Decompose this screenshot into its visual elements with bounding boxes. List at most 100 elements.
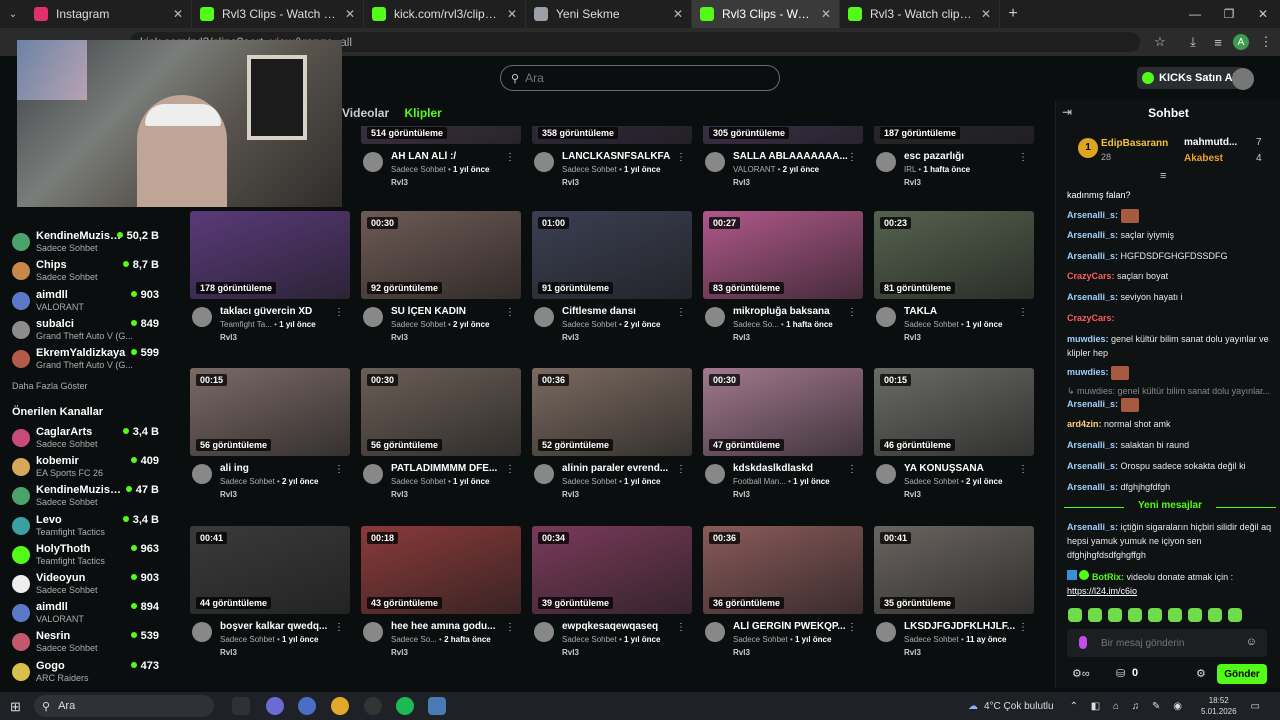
channel-avatar[interactable]: [876, 152, 896, 172]
close-tab-icon[interactable]: ✕: [821, 7, 831, 21]
more-options-icon[interactable]: ⋮: [505, 464, 515, 475]
clip-card[interactable]: 00:23 81 görüntüleme TAKLA Sadece Sohbet…: [872, 211, 1034, 361]
clip-thumbnail[interactable]: 00:36 52 görüntüleme: [532, 368, 692, 456]
clip-card[interactable]: 305 görüntüleme SALLA ABLAAAAAAA... VALO…: [701, 126, 863, 206]
more-options-icon[interactable]: ⋮: [847, 622, 857, 633]
sidebar-channel[interactable]: HolyThoth Teamfight Tactics 963: [10, 543, 165, 571]
browser-tab[interactable]: Rvl3 - Watch clips on Kick ✕: [840, 0, 1000, 28]
tab-videos[interactable]: Videolar: [342, 106, 389, 120]
download-icon[interactable]: ⤓: [1183, 32, 1203, 52]
channel-avatar[interactable]: [705, 622, 725, 642]
send-button[interactable]: Gönder: [1217, 664, 1267, 684]
clip-channel[interactable]: Rvl3: [562, 648, 579, 657]
user-avatar[interactable]: [1232, 68, 1254, 90]
clip-card[interactable]: 187 görüntüleme esc pazarlığı IRL • 1 ha…: [872, 126, 1034, 206]
sidebar-channel[interactable]: Levo Teamfight Tactics 3,4 B: [10, 514, 165, 542]
clip-thumbnail[interactable]: 00:15 46 görüntüleme: [874, 368, 1034, 456]
clip-card[interactable]: 00:34 39 görüntüleme ewpqkesaqewqaseq Sa…: [530, 526, 692, 676]
leaderboard-second-name[interactable]: mahmutd...: [1184, 137, 1237, 148]
clip-card[interactable]: 00:36 52 görüntüleme alinin paraler evre…: [530, 368, 692, 518]
clip-thumbnail[interactable]: 00:41 44 görüntüleme: [190, 526, 350, 614]
notifications-icon[interactable]: ▭: [1251, 701, 1260, 712]
media-control-icon[interactable]: ≡: [1208, 32, 1228, 52]
clip-title[interactable]: SALLA ABLAAAAAAA...: [733, 151, 853, 162]
taskbar-search[interactable]: ⚲ Ara: [34, 695, 214, 717]
more-options-icon[interactable]: ⋮: [1018, 307, 1028, 318]
chat-username[interactable]: Arsenalli_s:: [1067, 461, 1118, 471]
channel-avatar[interactable]: [363, 464, 383, 484]
more-options-icon[interactable]: ⋮: [676, 622, 686, 633]
clip-card[interactable]: 178 görüntüleme taklacı güvercin XD Team…: [188, 211, 350, 361]
sidebar-channel[interactable]: aimdll VALORANT 894: [10, 601, 165, 629]
kicks-buy-button[interactable]: KICKs Satın Al: [1137, 67, 1244, 89]
chat-username[interactable]: Arsenalli_s:: [1067, 210, 1118, 220]
clip-card[interactable]: 00:15 56 görüntüleme ali ing Sadece Sohb…: [188, 368, 350, 518]
clip-title[interactable]: kdskdaslkdlaskd: [733, 463, 853, 474]
clip-title[interactable]: ewpqkesaqewqaseq: [562, 621, 682, 632]
clip-title[interactable]: TAKLA: [904, 306, 1024, 317]
chat-username[interactable]: Arsenalli_s:: [1067, 482, 1118, 492]
settings-gear-icon[interactable]: ⚙: [1196, 667, 1206, 680]
chat-username[interactable]: Arsenalli_s:: [1067, 399, 1118, 409]
weather-text[interactable]: 4°C Çok bulutlu: [984, 701, 1054, 712]
clip-title[interactable]: ali ing: [220, 463, 340, 474]
sidebar-channel[interactable]: KendineMuzisyen Sadece Sohbet 50,2 B: [10, 230, 165, 258]
bookmark-star-icon[interactable]: ☆: [1150, 32, 1170, 52]
clip-thumbnail[interactable]: 178 görüntüleme: [190, 211, 350, 299]
profile-avatar[interactable]: A: [1233, 34, 1249, 50]
new-tab-icon[interactable]: +: [1000, 0, 1026, 28]
leaderboard-third-name[interactable]: Akabest: [1184, 153, 1223, 164]
more-options-icon[interactable]: ⋮: [1018, 152, 1028, 163]
chat-username[interactable]: Arsenalli_s:: [1067, 230, 1118, 240]
chat-settings-icon[interactable]: ⚙∞: [1072, 667, 1090, 680]
windows-start-icon[interactable]: ⊞: [10, 699, 21, 715]
close-tab-icon[interactable]: ✕: [673, 7, 683, 21]
sidebar-channel[interactable]: Videoyun Sadece Sohbet 903: [10, 572, 165, 600]
emote-icon[interactable]: [1228, 608, 1242, 622]
emote-icon[interactable]: [1208, 608, 1222, 622]
emote-icon[interactable]: [1068, 608, 1082, 622]
channel-avatar[interactable]: [705, 307, 725, 327]
clip-channel[interactable]: Rvl3: [220, 333, 237, 342]
more-options-icon[interactable]: ⋮: [847, 152, 857, 163]
chat-username[interactable]: Arsenalli_s:: [1067, 522, 1118, 532]
clip-channel[interactable]: Rvl3: [220, 490, 237, 499]
browser-menu-icon[interactable]: ⋮: [1256, 32, 1276, 52]
search-box[interactable]: ⚲: [500, 65, 780, 91]
search-input[interactable]: [525, 71, 756, 85]
chat-message-input[interactable]: [1101, 637, 1241, 649]
clip-channel[interactable]: Rvl3: [904, 648, 921, 657]
channel-avatar[interactable]: [192, 622, 212, 642]
clip-channel[interactable]: Rvl3: [562, 333, 579, 342]
more-options-icon[interactable]: ⋮: [505, 622, 515, 633]
chat-username[interactable]: BotRix:: [1092, 572, 1124, 582]
clip-card[interactable]: 358 görüntüleme LANCLKASNFSALKFA Sadece …: [530, 126, 692, 206]
browser-tab[interactable]: Rvl3 Clips - Watch Live on Kick ✕: [692, 0, 840, 28]
clip-title[interactable]: AH LAN ALİ :/: [391, 151, 511, 162]
clip-card[interactable]: 00:18 43 görüntüleme hee hee amına godu.…: [359, 526, 521, 676]
spotify-icon[interactable]: [396, 697, 414, 715]
clock[interactable]: 18:52 5.01.2026: [1201, 695, 1237, 717]
channel-avatar[interactable]: [363, 622, 383, 642]
sidebar-channel[interactable]: aimdll VALORANT 903: [10, 289, 165, 317]
chrome-icon[interactable]: [331, 697, 349, 715]
clip-thumbnail[interactable]: 00:30 92 görüntüleme: [361, 211, 521, 299]
channel-avatar[interactable]: [705, 152, 725, 172]
clip-thumbnail[interactable]: 00:30 56 görüntüleme: [361, 368, 521, 456]
clip-card[interactable]: 00:15 46 görüntüleme YA KONUŞSANA Sadece…: [872, 368, 1034, 518]
emote-icon[interactable]: [1148, 608, 1162, 622]
channel-avatar[interactable]: [534, 152, 554, 172]
clip-thumbnail[interactable]: 00:18 43 görüntüleme: [361, 526, 521, 614]
clip-title[interactable]: hee hee amına godu...: [391, 621, 511, 632]
browser-tab[interactable]: Rvl3 Clips - Watch Live on Kick ✕: [192, 0, 364, 28]
clip-title[interactable]: taklacı güvercin XD: [220, 306, 340, 317]
discord-icon[interactable]: [266, 697, 284, 715]
app-icon[interactable]: [364, 697, 382, 715]
clip-title[interactable]: YA KONUŞSANA: [904, 463, 1024, 474]
sidebar-channel[interactable]: Gogo ARC Raiders 473: [10, 660, 165, 688]
browser-tab[interactable]: kick.com/rvl3/clips/clip_01J5X8 ✕: [364, 0, 526, 28]
channel-avatar[interactable]: [192, 464, 212, 484]
clip-thumbnail[interactable]: 00:30 47 görüntüleme: [703, 368, 863, 456]
clip-title[interactable]: alinin paraler evrend...: [562, 463, 682, 474]
clip-channel[interactable]: Rvl3: [733, 648, 750, 657]
